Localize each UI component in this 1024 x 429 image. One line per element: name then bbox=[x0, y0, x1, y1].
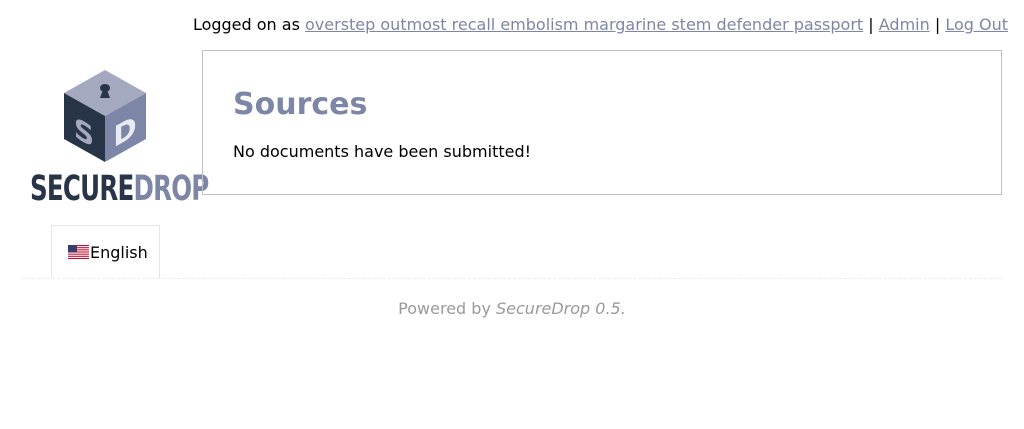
page-title: Sources bbox=[233, 87, 368, 122]
wordmark-secure: SECURE bbox=[30, 169, 134, 209]
wordmark-drop: DROP bbox=[133, 169, 209, 209]
language-label: English bbox=[90, 242, 148, 262]
language-selector[interactable]: English bbox=[51, 225, 160, 278]
admin-link[interactable]: Admin bbox=[879, 15, 930, 34]
logged-on-label: Logged on as bbox=[192, 15, 300, 34]
cube-logo-icon: S D bbox=[64, 70, 146, 162]
logout-link[interactable]: Log Out bbox=[945, 15, 1008, 34]
top-nav: Logged on as overstep outmost recall emb… bbox=[193, 15, 1008, 35]
footer: Powered by SecureDrop 0.5. bbox=[0, 299, 1024, 319]
product-version: SecureDrop 0.5. bbox=[496, 299, 626, 318]
us-flag-icon bbox=[68, 245, 89, 259]
nav-separator: | bbox=[868, 15, 874, 34]
securedrop-logo[interactable]: S D SECUREDROP bbox=[30, 70, 209, 208]
powered-by-label: Powered by bbox=[398, 299, 491, 318]
sources-panel: Sources No documents have been submitted… bbox=[202, 50, 1002, 195]
empty-state-message: No documents have been submitted! bbox=[233, 142, 532, 161]
logo-wordmark: SECUREDROP bbox=[30, 170, 209, 208]
footer-divider bbox=[22, 278, 1002, 279]
username-link[interactable]: overstep outmost recall embolism margari… bbox=[305, 15, 863, 34]
nav-separator: | bbox=[934, 15, 941, 34]
